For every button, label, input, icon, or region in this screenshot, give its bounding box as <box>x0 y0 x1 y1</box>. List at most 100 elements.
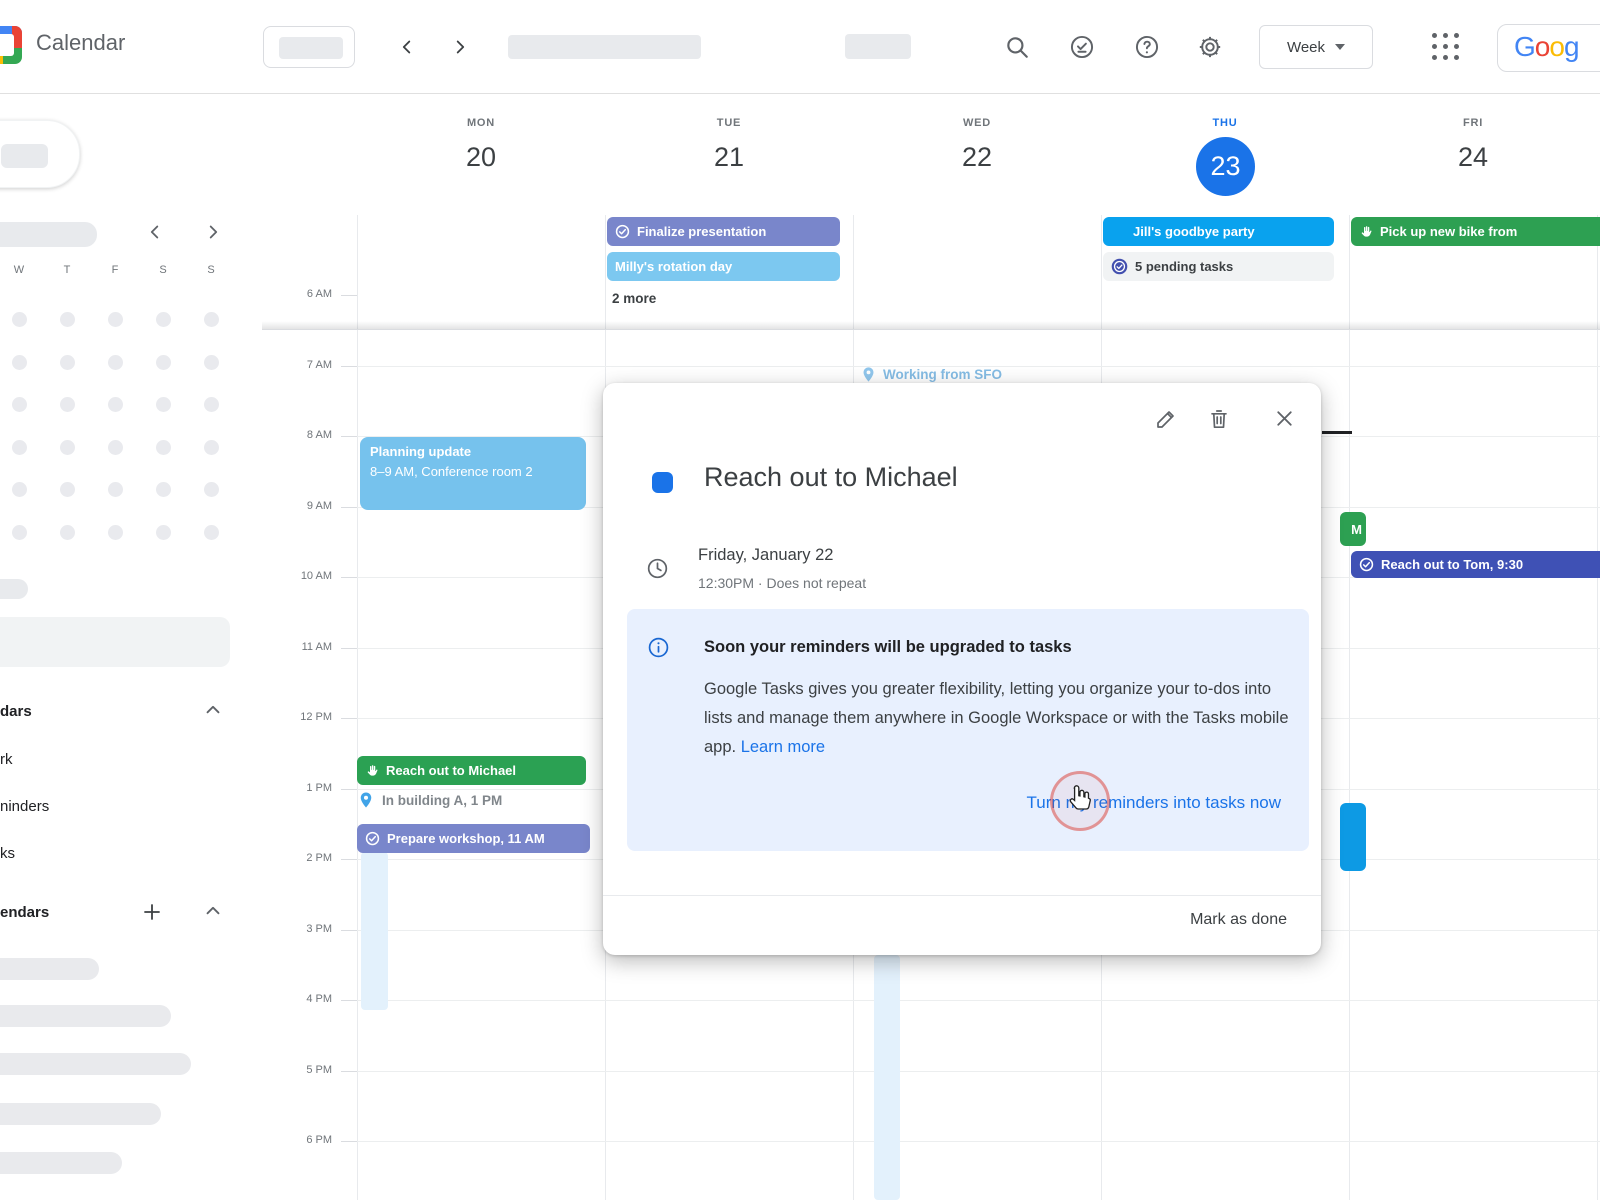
event-pick-up-new-bike[interactable]: Pick up new bike from <box>1351 217 1600 246</box>
minical-date-dot <box>108 440 123 455</box>
event-planning-update[interactable]: Planning update 8–9 AM, Conference room … <box>360 437 586 510</box>
other-calendars-collapse-button[interactable] <box>202 900 228 926</box>
minical-date-dot <box>108 397 123 412</box>
time-label: 1 PM <box>262 782 332 794</box>
today-button[interactable] <box>263 26 355 68</box>
minical-next-button[interactable] <box>202 221 228 247</box>
minical-date-dot <box>156 312 171 327</box>
minical-weekday-label: F <box>105 264 125 276</box>
selected-date-circle[interactable]: 23 <box>1196 137 1255 196</box>
event-selection-edge <box>1322 431 1352 434</box>
date-number[interactable]: 21 <box>605 142 853 173</box>
reminder-hand-icon <box>365 764 379 778</box>
day-header-wed: WED22 <box>853 0 1101 120</box>
clock-icon <box>646 557 670 581</box>
minical-date-dot <box>60 397 75 412</box>
day-header-fri: FRI24 <box>1349 0 1597 120</box>
event-jills-goodbye-party[interactable]: Jill's goodbye party <box>1103 217 1334 246</box>
event-reach-out-to-michael-chip[interactable]: Reach out to Michael <box>357 756 586 785</box>
column-divider <box>357 215 358 1200</box>
time-label: 5 PM <box>262 1064 332 1076</box>
column-divider <box>1349 215 1350 1200</box>
minical-date-dot <box>60 312 75 327</box>
event-finalize-presentation[interactable]: Finalize presentation <box>607 217 840 246</box>
sidebar-item-tasks[interactable]: ks <box>0 845 15 862</box>
sidebar-item-work[interactable]: rk <box>0 751 13 768</box>
mark-as-done-button[interactable]: Mark as done <box>1190 911 1287 929</box>
date-number[interactable]: 20 <box>357 142 605 173</box>
search-people-box[interactable] <box>0 617 230 667</box>
time-label: 8 AM <box>262 429 332 441</box>
check-circle-icon <box>615 224 630 239</box>
other-calendars-heading[interactable]: endars <box>0 904 49 921</box>
minical-date-dot <box>204 355 219 370</box>
event-prepare-workshop[interactable]: Prepare workshop, 11 AM <box>357 824 590 853</box>
time-label: 10 AM <box>262 570 332 582</box>
popup-recurrence: 12:30PM · Does not repeat <box>698 575 866 591</box>
create-button[interactable] <box>0 120 80 188</box>
app-title: Calendar <box>36 30 125 56</box>
plus-icon <box>140 900 164 924</box>
sidebar-item-reminders[interactable]: ninders <box>0 798 49 815</box>
time-label: 9 AM <box>262 500 332 512</box>
event-partial-blue[interactable] <box>1340 803 1366 871</box>
check-circle-icon <box>365 831 380 846</box>
close-popup-button[interactable] <box>1272 406 1296 430</box>
chevron-right-icon <box>202 221 224 243</box>
edit-reminder-button[interactable] <box>1154 407 1178 431</box>
delete-reminder-button[interactable] <box>1207 407 1231 431</box>
reminder-hand-icon <box>1359 225 1373 239</box>
hour-tick <box>341 1071 357 1072</box>
column-divider <box>1597 215 1598 1200</box>
minical-date-dot <box>204 525 219 540</box>
minical-date-dot <box>12 312 27 327</box>
minical-weekday-label: S <box>153 264 173 276</box>
hour-gridline <box>357 1000 1600 1001</box>
event-milly-rotation-day[interactable]: Milly's rotation day <box>607 252 840 281</box>
day-header-mon: MON20 <box>357 0 605 120</box>
day-header-tue: TUE21 <box>605 0 853 120</box>
my-calendars-collapse-button[interactable] <box>202 699 228 725</box>
minical-date-dot <box>108 482 123 497</box>
time-label: 7 AM <box>262 359 332 371</box>
date-number[interactable]: 22 <box>853 142 1101 173</box>
minical-date-dot <box>204 482 219 497</box>
date-number[interactable]: 24 <box>1349 142 1597 173</box>
chevron-left-icon <box>144 221 166 243</box>
location-pin-icon <box>357 791 375 809</box>
minical-date-dot <box>156 397 171 412</box>
minical-date-dot <box>60 482 75 497</box>
minical-date-dot <box>204 440 219 455</box>
event-in-building-a[interactable]: In building A, 1 PM <box>357 791 502 809</box>
add-other-calendar-button[interactable] <box>140 900 166 926</box>
event-strip-monday[interactable] <box>361 852 388 1010</box>
calendar-list-placeholder <box>0 1005 171 1027</box>
sidebar-small-placeholder <box>0 579 28 599</box>
trash-icon <box>1207 407 1231 431</box>
event-strip-wednesday[interactable] <box>874 955 900 1200</box>
more-events-link[interactable]: 2 more <box>612 291 656 306</box>
day-header-thu: THU23 <box>1101 0 1349 120</box>
time-label: 11 AM <box>262 641 332 653</box>
close-icon <box>1272 406 1297 431</box>
time-label: 6 AM <box>262 288 332 300</box>
mouse-cursor-hand <box>1064 783 1094 818</box>
event-partial-green[interactable]: M <box>1340 512 1366 546</box>
learn-more-link[interactable]: Learn more <box>741 738 825 756</box>
minical-date-dot <box>204 312 219 327</box>
event-working-from-sfo[interactable]: Working from SFO <box>860 366 1002 383</box>
info-icon <box>647 636 671 660</box>
minical-date-dot <box>12 525 27 540</box>
event-reach-out-to-tom[interactable]: Reach out to Tom, 9:30 <box>1351 551 1600 578</box>
time-label: 3 PM <box>262 923 332 935</box>
time-label: 2 PM <box>262 852 332 864</box>
hour-tick <box>341 718 357 719</box>
minical-date-dot <box>60 525 75 540</box>
event-5-pending-tasks[interactable]: 5 pending tasks <box>1103 252 1334 281</box>
minical-prev-button[interactable] <box>144 221 170 247</box>
hour-tick <box>341 366 357 367</box>
hour-gridline <box>357 1071 1600 1072</box>
my-calendars-heading[interactable]: dars <box>0 703 32 720</box>
hour-gridline <box>357 1141 1600 1142</box>
minical-date-dot <box>12 355 27 370</box>
